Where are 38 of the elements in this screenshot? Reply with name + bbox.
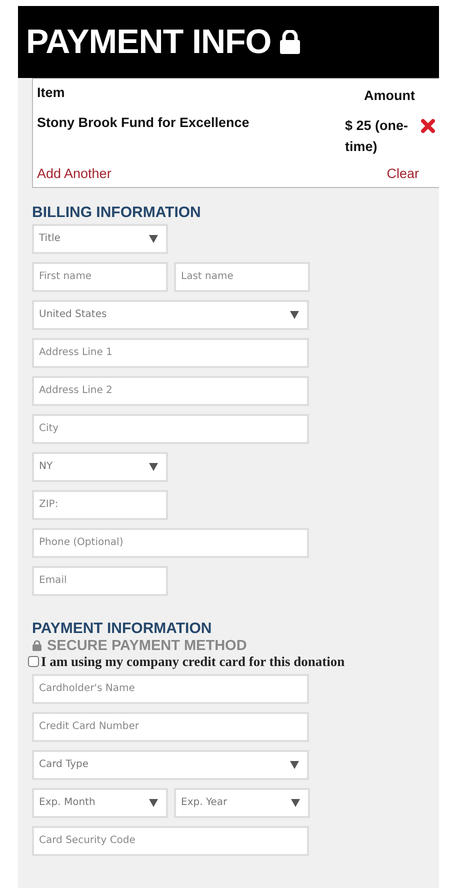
- select-field[interactable]: NY: [32, 452, 168, 482]
- lock-icon: [32, 640, 42, 652]
- input-field[interactable]: Address Line 1: [32, 338, 309, 368]
- input-field[interactable]: Credit Card Number: [32, 712, 309, 742]
- input-field[interactable]: Last name: [174, 262, 310, 292]
- select-field[interactable]: Title: [32, 224, 168, 254]
- select-field[interactable]: Exp. Month: [32, 788, 168, 818]
- caret-icon: [291, 798, 300, 807]
- input-field[interactable]: First name: [32, 262, 168, 292]
- section-heading: BILLING INFORMATION: [32, 204, 202, 221]
- caret-icon: [290, 310, 299, 319]
- input-field[interactable]: Card Security Code: [32, 826, 309, 856]
- remove-button[interactable]: [421, 118, 435, 133]
- item-name: Stony Brook Fund for Excellence: [37, 114, 250, 130]
- input-field[interactable]: Cardholder's Name: [32, 674, 309, 704]
- caret-icon: [149, 798, 158, 807]
- text-link[interactable]: Add Another: [37, 166, 112, 181]
- input-field[interactable]: Email: [32, 566, 168, 596]
- select-field[interactable]: Card Type: [32, 750, 309, 780]
- caret-icon: [290, 760, 299, 769]
- caret-icon: [149, 234, 158, 243]
- caret-icon: [149, 462, 158, 471]
- input-field[interactable]: Address Line 2: [32, 376, 309, 406]
- column-header: Amount: [363, 87, 415, 105]
- item-amount: $ 25 (one-time): [345, 116, 410, 156]
- select-field[interactable]: United States: [32, 300, 309, 330]
- secure-label: SECURE PAYMENT METHOD: [47, 638, 247, 654]
- section-heading: PAYMENT INFORMATION: [32, 620, 213, 637]
- page-title: PAYMENT INFO: [26, 22, 272, 62]
- input-field[interactable]: ZIP:: [32, 490, 168, 520]
- input-field[interactable]: Phone (Optional): [32, 528, 309, 558]
- text-link[interactable]: Clear: [386, 166, 419, 181]
- checkbox-label: I am using my company credit card for this donation: [41, 654, 345, 670]
- input-field[interactable]: City: [32, 414, 309, 444]
- checkbox[interactable]: [28, 656, 39, 668]
- select-field[interactable]: Exp. Year: [174, 788, 310, 818]
- column-header: Item: [37, 85, 66, 100]
- lock-icon: [279, 30, 302, 54]
